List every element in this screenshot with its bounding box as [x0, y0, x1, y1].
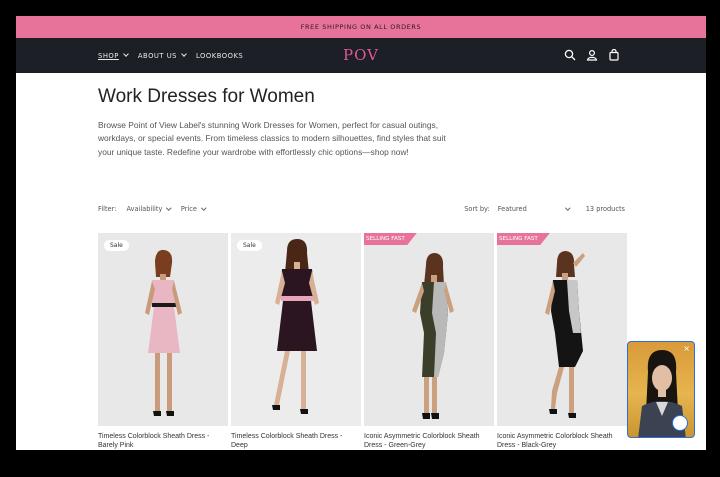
availability-filter[interactable]: Availability [126, 205, 172, 213]
chevron-down-icon [201, 205, 207, 211]
product-card[interactable]: SELLING FAST Iconic Asymmetric Colorbloc… [364, 233, 494, 450]
sort-select[interactable]: Featured [497, 205, 571, 213]
availability-label: Availability [126, 205, 163, 213]
model-figure [272, 239, 319, 414]
model-figure [412, 253, 454, 419]
search-icon[interactable] [564, 49, 576, 61]
site-header: SHOP ABOUT US LOOKBOOKS POV [16, 38, 706, 73]
filter-label: Filter: [98, 205, 117, 213]
product-title[interactable]: Timeless Colorblock Sheath Dress - Barel… [98, 432, 220, 450]
header-actions [564, 49, 620, 61]
announcement-text: FREE SHIPPING ON ALL ORDERS [300, 23, 422, 31]
collection-header: Work Dresses for Women Browse Point of V… [98, 73, 625, 159]
chevron-down-icon [166, 205, 172, 211]
cart-icon[interactable] [608, 49, 620, 61]
sort-value: Featured [497, 205, 527, 213]
product-image[interactable]: Sale [231, 233, 361, 426]
price-label: Price [180, 205, 197, 213]
announcement-bar: FREE SHIPPING ON ALL ORDERS [16, 16, 706, 38]
sort-label: Sort by: [464, 205, 490, 213]
filter-bar: Filter: Availability Price Sort by: Feat… [98, 205, 625, 217]
model-figure [545, 251, 585, 418]
page-title: Work Dresses for Women [98, 86, 315, 107]
product-title[interactable]: Timeless Colorblock Sheath Dress - Deep [231, 432, 353, 450]
product-card[interactable]: Sale Timeless Colorblock Sheath Dress - … [231, 233, 361, 450]
filter-group: Filter: Availability Price [98, 205, 207, 213]
product-image[interactable]: SELLING FAST [364, 233, 494, 426]
account-icon[interactable] [586, 49, 598, 61]
video-widget[interactable]: × [627, 341, 695, 438]
play-icon[interactable] [672, 415, 688, 431]
chevron-down-icon [565, 205, 571, 211]
product-count: 13 products [585, 205, 625, 213]
sale-badge: Sale [237, 240, 262, 251]
product-grid: Sale Timeless Colorblock Sheath Dress - … [98, 233, 627, 450]
price-filter[interactable]: Price [180, 205, 207, 213]
collection-description: Browse Point of View Label's stunning Wo… [98, 120, 446, 157]
product-card[interactable]: Sale Timeless Colorblock Sheath Dress - … [98, 233, 228, 450]
product-title[interactable]: Iconic Asymmetric Colorblock Sheath Dres… [364, 432, 486, 450]
product-title[interactable]: Iconic Asymmetric Colorblock Sheath Dres… [497, 432, 619, 450]
product-image[interactable]: SELLING FAST [497, 233, 627, 426]
sale-badge: Sale [104, 240, 129, 251]
close-icon[interactable]: × [683, 344, 690, 353]
product-image[interactable]: Sale [98, 233, 228, 426]
browser-page: FREE SHIPPING ON ALL ORDERS SHOP ABOUT U… [16, 16, 706, 450]
model-figure [145, 249, 182, 416]
product-card[interactable]: SELLING FAST Iconic Asymmetric Colorbloc… [497, 233, 627, 450]
sort-group: Sort by: Featured 13 products [464, 205, 625, 213]
